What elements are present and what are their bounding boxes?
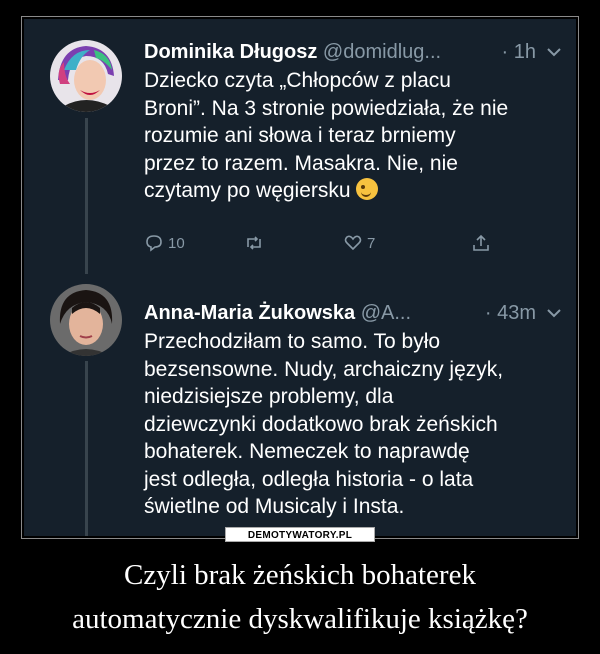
text-line: bezsensowne. Nudy, archaiczny język, [144, 357, 504, 381]
text-line: Przechodziłam to samo. To było [144, 330, 441, 353]
text-line: Broni”. Na 3 stronie powiedziała, że nie [144, 96, 509, 120]
author-handle[interactable]: @domidlug... [323, 41, 441, 63]
caption: Czyli brak żeńskich bohaterek automatycz… [0, 553, 600, 641]
text-line: przez to razem. Masakra. Nie, nie [144, 151, 458, 175]
caption-line: automatycznie dyskwalifikuje książkę? [72, 603, 528, 635]
tweet-screenshot: Dominika Długosz @domidlug... · 1h Dziec… [24, 19, 576, 536]
caption-line: Czyli brak żeńskich bohaterek [124, 559, 476, 591]
tweet-2-text: Przechodziłam to samo. To było bezsensow… [144, 328, 566, 521]
reply-count: 10 [168, 234, 185, 252]
tweet-2-header: Anna-Maria Żukowska @A... · 43m [144, 301, 562, 325]
tweet-time[interactable]: · 43m [485, 301, 536, 325]
tweet-1-actions: 10 7 [144, 233, 504, 257]
author-name[interactable]: Dominika Długosz [144, 41, 317, 63]
tweet-1-text: Dziecko czyta „Chłopców z placu Broni”. … [144, 67, 566, 205]
author-handle[interactable]: @A... [361, 302, 411, 324]
thread-connector [85, 361, 88, 536]
text-line: rozumie ani słowa i teraz brniemy [144, 124, 456, 147]
retweet-icon [247, 236, 261, 250]
text-line: czytamy po węgiersku [144, 177, 566, 205]
text-line: jest odległa, odległa historia - o lata [144, 467, 474, 491]
text-line: niedzisiejsze problemy, dla [144, 385, 394, 408]
watermark: DEMOTYWATORY.PL [225, 527, 375, 542]
text-line: Dziecko czyta „Chłopców z placu [144, 69, 451, 92]
tweet-1: Dominika Długosz @domidlug... · 1h Dziec… [24, 19, 576, 279]
reply-icon [146, 235, 162, 252]
like-count: 7 [367, 234, 376, 252]
tweet-1-header: Dominika Długosz @domidlug... · 1h [144, 40, 562, 64]
author-name[interactable]: Anna-Maria Żukowska [144, 302, 355, 324]
text-line: dziewczynki dodatkowo brak żeńskich [144, 412, 498, 436]
share-icon [473, 234, 489, 251]
reply-button[interactable]: 10 [144, 233, 185, 253]
like-button[interactable]: 7 [343, 233, 375, 253]
winking-face-emoji [356, 178, 379, 200]
avatar-anna-maria[interactable] [50, 284, 122, 356]
tweet-2: Anna-Maria Żukowska @A... · 43m Przechod… [24, 279, 576, 536]
share-button[interactable] [471, 233, 491, 253]
avatar-dominika[interactable] [50, 40, 122, 112]
tweet-time[interactable]: · 1h [502, 40, 536, 64]
text-line: świetlne od Musicaly i Insta. [144, 495, 405, 518]
retweet-button[interactable] [244, 233, 268, 253]
thread-connector [85, 118, 88, 274]
heart-icon [344, 235, 362, 251]
text-line: bohaterek. Nemeczek to naprawdę [144, 440, 470, 463]
